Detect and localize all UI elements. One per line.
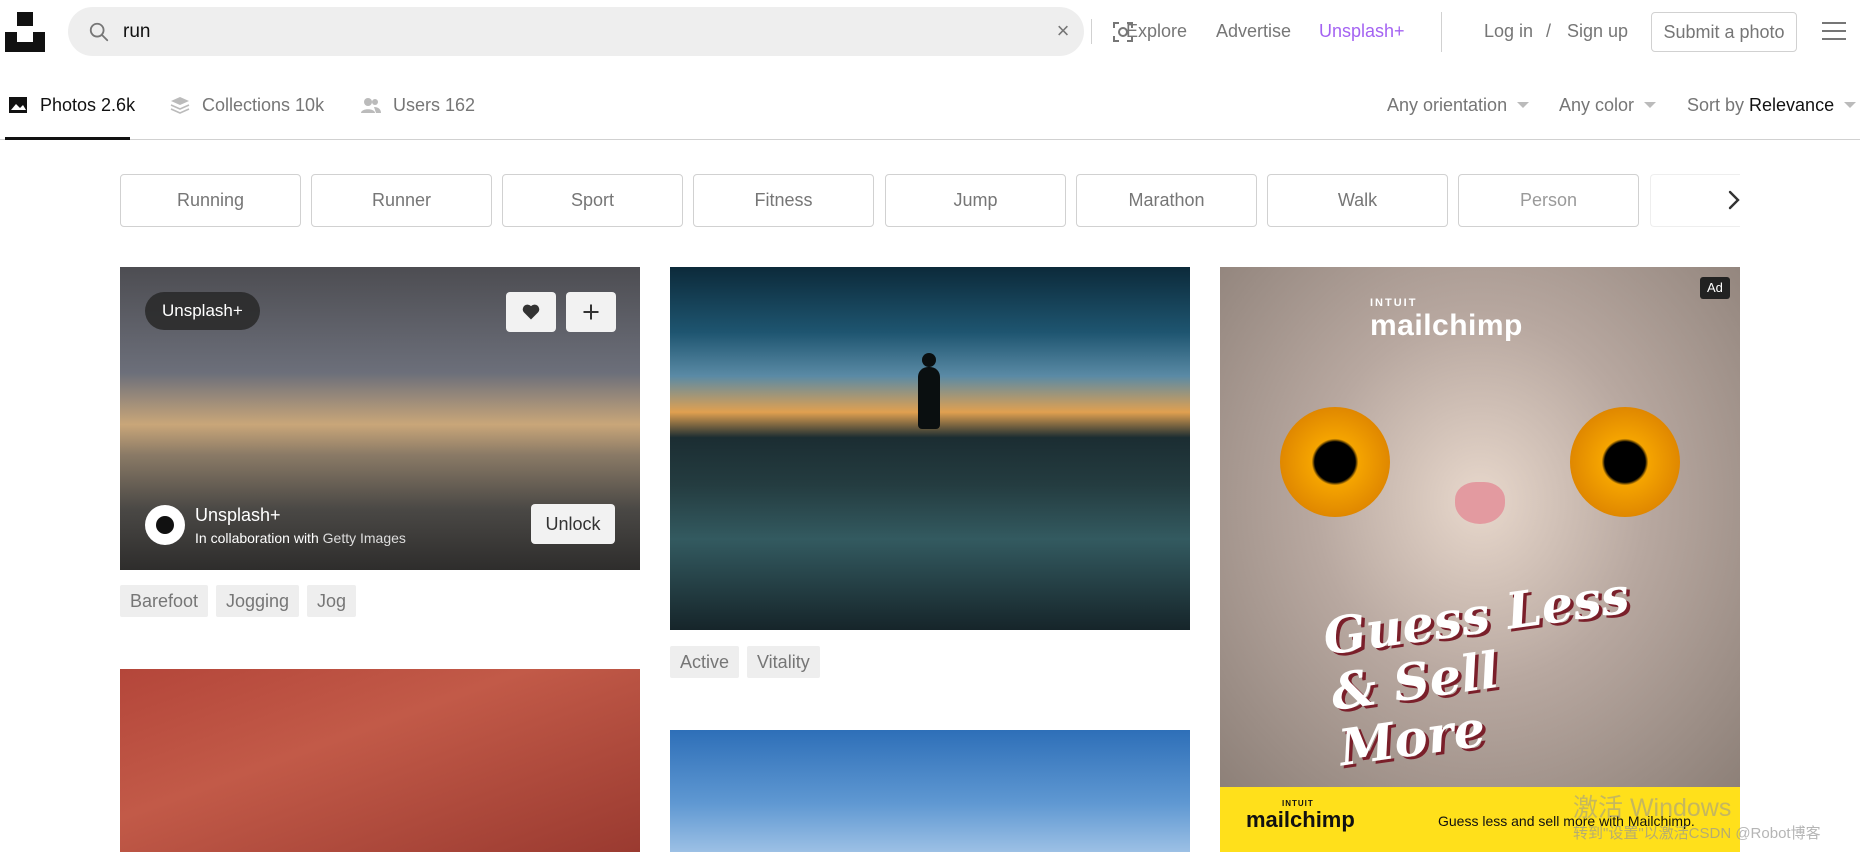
intuit-label: INTUIT	[1370, 297, 1418, 309]
mailchimp-logo: INTUIT mailchimp	[1370, 297, 1523, 343]
mailchimp-footer-logo: INTUIT mailchimp	[1246, 799, 1355, 833]
color-label: Any color	[1559, 95, 1635, 115]
credit-sub-brand: Getty Images	[322, 530, 406, 546]
mailchimp-ad[interactable]: Ad INTUIT mailchimp Guess Less & Sell Mo…	[1220, 267, 1740, 787]
unlock-button[interactable]: Unlock	[531, 504, 615, 544]
related-chip[interactable]: Running	[120, 174, 301, 227]
related-chip[interactable]: Runner	[311, 174, 492, 227]
runner-silhouette	[918, 353, 940, 429]
getty-avatar-icon[interactable]	[145, 505, 185, 545]
orientation-label: Any orientation	[1387, 95, 1508, 115]
signup-link[interactable]: Sign up	[1567, 21, 1628, 42]
photo-sprinter-track[interactable]	[120, 669, 640, 852]
related-chip[interactable]: Walk	[1267, 174, 1448, 227]
credit-sub-prefix: In collaboration with	[195, 530, 323, 546]
tab-collections[interactable]: Collections 10k	[170, 95, 324, 116]
nav-advertise[interactable]: Advertise	[1216, 21, 1291, 42]
mailchimp-footer-brand: mailchimp	[1246, 807, 1355, 832]
sort-filter[interactable]: Sort by Relevance	[1687, 95, 1857, 116]
related-chip[interactable]: Jump	[885, 174, 1066, 227]
plus-icon	[583, 304, 599, 320]
chevron-down-icon	[1517, 102, 1530, 108]
clear-search-icon[interactable]: ×	[1053, 20, 1073, 42]
cat-eye-right	[1570, 407, 1680, 517]
related-chip[interactable]: Person	[1458, 174, 1639, 227]
chevron-right-icon[interactable]	[1722, 188, 1746, 212]
submit-photo-button[interactable]: Submit a photo	[1651, 12, 1797, 52]
ad-badge: Ad	[1700, 277, 1730, 299]
photo-icon	[9, 97, 27, 113]
collections-icon	[170, 97, 190, 114]
photo-runner-wet-road[interactable]	[670, 267, 1190, 630]
heart-icon	[522, 304, 540, 320]
tab-photos-label: Photos 2.6k	[40, 95, 136, 115]
top-header: × Explore Advertise Unsplash+ Log in / S…	[0, 0, 1860, 62]
mailchimp-brand: mailchimp	[1370, 309, 1523, 342]
login-link[interactable]: Log in	[1484, 21, 1533, 42]
active-tab-indicator	[5, 137, 130, 140]
tab-users-label: Users 162	[393, 95, 476, 115]
credit-name[interactable]: Unsplash+	[195, 505, 281, 526]
photo-barefoot-runner[interactable]: Unsplash+ Unsplash+ In collaboration wit…	[120, 267, 640, 570]
cat-nose	[1455, 482, 1505, 524]
related-chip[interactable]: Fitness	[693, 174, 874, 227]
search-icon[interactable]	[88, 21, 110, 43]
photo-tag[interactable]: Barefoot	[120, 585, 209, 617]
tab-users[interactable]: Users 162	[361, 95, 475, 116]
chevron-down-icon	[1844, 102, 1857, 108]
nav-unsplash-plus[interactable]: Unsplash+	[1319, 21, 1405, 42]
cat-eye-left	[1280, 407, 1390, 517]
header-divider	[1441, 12, 1442, 52]
search-tabs: Photos 2.6k Collections 10k Users 162 An…	[0, 62, 1860, 140]
login-signup-separator: /	[1546, 21, 1552, 41]
photo-tag[interactable]: Vitality	[747, 646, 820, 678]
related-chip[interactable]: Sport	[502, 174, 683, 227]
unsplash-logo-icon[interactable]	[5, 12, 45, 52]
windows-activation-subtext: 转到"设置"以激活CSDN @Robot博客	[1573, 825, 1821, 842]
nav-explore[interactable]: Explore	[1126, 21, 1187, 42]
tab-photos[interactable]: Photos 2.6k	[8, 95, 135, 116]
windows-activation-watermark: 激活 Windows	[1573, 794, 1732, 822]
search-input[interactable]	[123, 17, 1003, 47]
ad-headline: Guess Less & Sell More	[1319, 565, 1633, 778]
search-divider	[1091, 19, 1092, 44]
menu-icon[interactable]	[1822, 22, 1846, 42]
tab-collections-label: Collections 10k	[202, 95, 325, 115]
add-to-collection-button[interactable]	[566, 292, 616, 332]
users-icon	[361, 98, 381, 113]
photo-bridge-sky[interactable]	[670, 730, 1190, 852]
sort-value: Relevance	[1749, 95, 1835, 115]
search-bar[interactable]: ×	[68, 7, 1133, 56]
color-filter[interactable]: Any color	[1559, 95, 1657, 116]
photo-tag[interactable]: Active	[670, 646, 740, 678]
chevron-down-icon	[1644, 102, 1657, 108]
like-button[interactable]	[506, 292, 556, 332]
photo-tag[interactable]: Jog	[307, 585, 357, 617]
intuit-footer-label: INTUIT	[1282, 799, 1314, 808]
credit-subtitle: In collaboration with Getty Images	[195, 530, 406, 546]
related-chip[interactable]: Marathon	[1076, 174, 1257, 227]
orientation-filter[interactable]: Any orientation	[1387, 95, 1530, 116]
unsplash-plus-badge: Unsplash+	[145, 292, 260, 330]
sort-prefix: Sort by	[1687, 95, 1750, 115]
photo-tag[interactable]: Jogging	[216, 585, 300, 617]
